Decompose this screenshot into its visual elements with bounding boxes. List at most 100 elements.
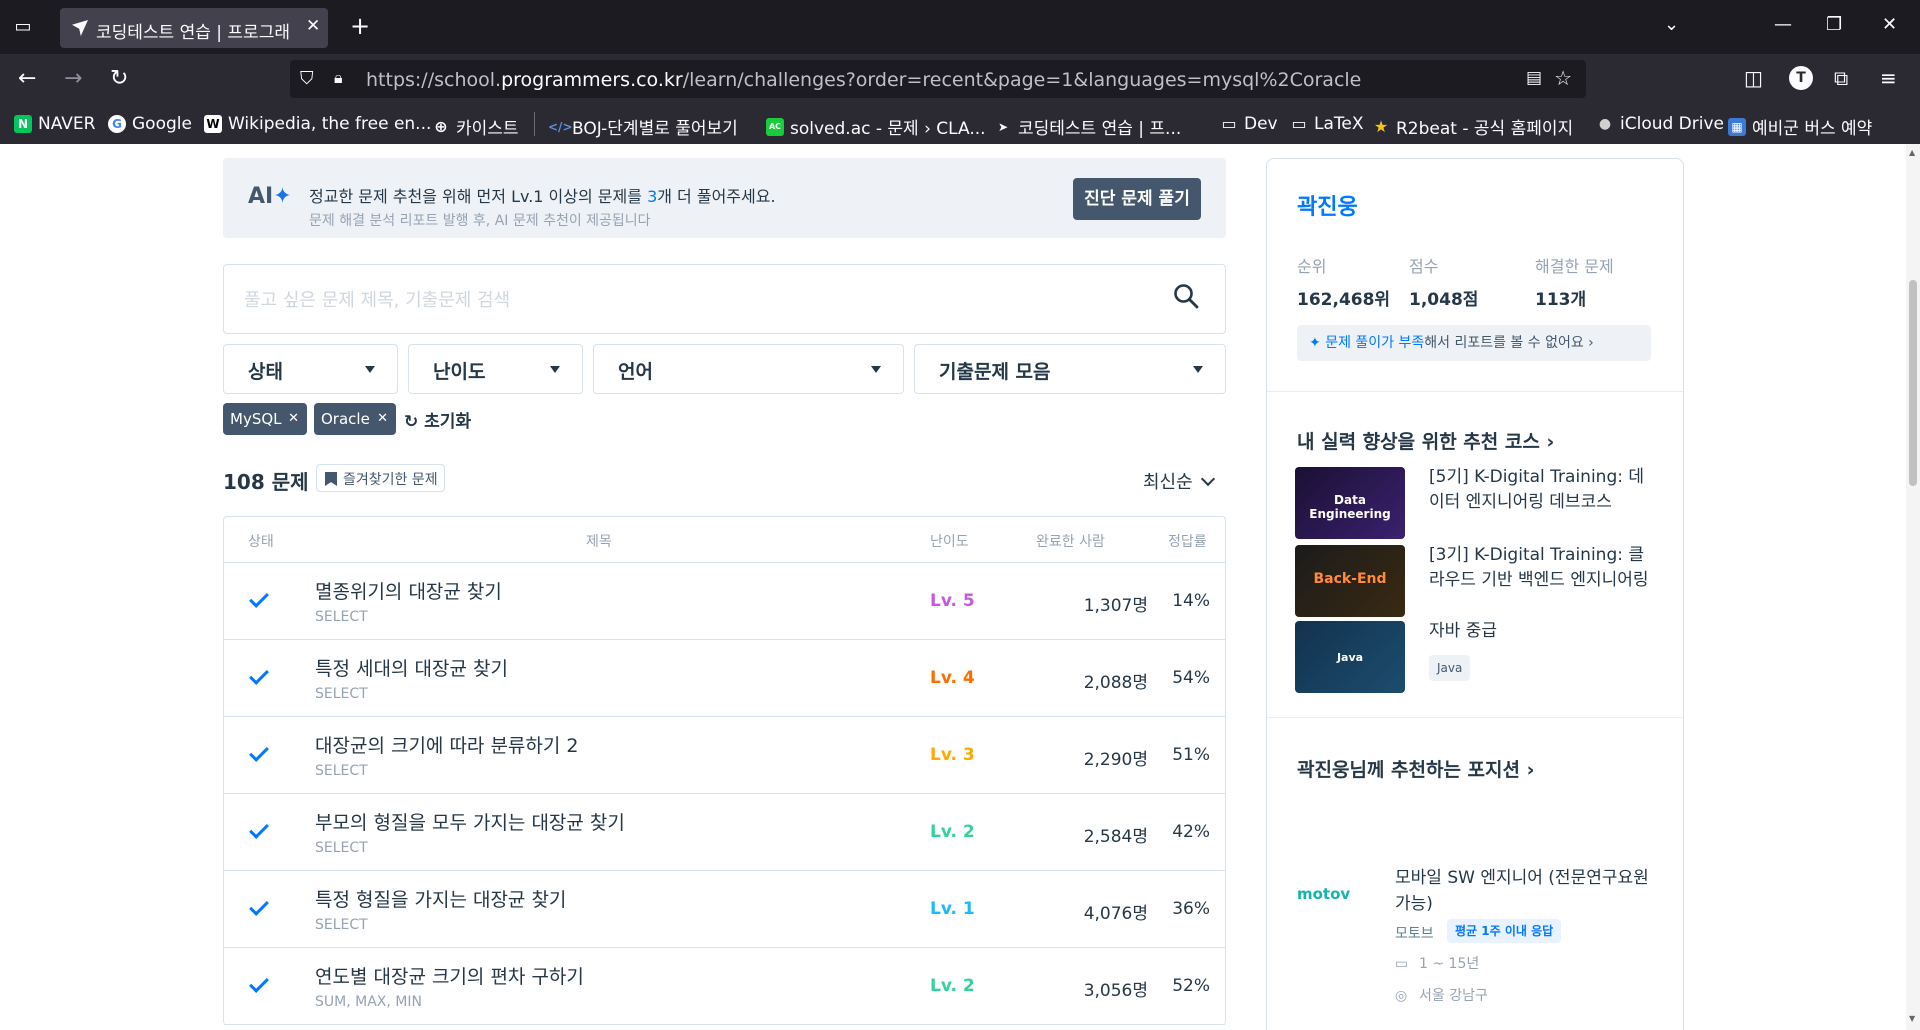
reload-icon[interactable]: ↻	[110, 66, 128, 92]
minimize-icon[interactable]: —	[1774, 14, 1792, 35]
list-all-tabs-icon[interactable]: ⌄	[1664, 14, 1679, 35]
r2beat-star-icon: ★	[1373, 116, 1389, 136]
accuracy-rate: 54%	[1172, 668, 1210, 688]
col-level: 난이도	[930, 534, 969, 550]
solvedac-icon: AC	[766, 117, 784, 136]
filter-status[interactable]: 상태	[223, 344, 398, 394]
lock-icon[interactable]: 🔒︎	[334, 68, 343, 88]
scroll-down-icon[interactable]: ▼	[1909, 1014, 1915, 1023]
folder-icon: ▭	[1291, 114, 1307, 133]
forward-icon[interactable]: →	[64, 66, 82, 92]
bookmark-naver[interactable]: N NAVER	[14, 114, 95, 134]
ai-logo: AI✦	[248, 184, 292, 209]
bookmark-programmers[interactable]: ➤ 코딩테스트 연습 | 프...	[994, 114, 1181, 139]
new-tab-icon[interactable]: +	[350, 12, 370, 40]
chip-mysql[interactable]: MySQL ✕	[223, 403, 307, 435]
table-row[interactable]: 특정 형질을 가지는 대장균 찾기 SELECT Lv. 1 4,076명 36%	[224, 871, 1225, 948]
pocket-icon[interactable]: ◫	[1744, 66, 1763, 90]
extensions-icon[interactable]: ⧉	[1834, 66, 1848, 90]
search-input[interactable]	[244, 285, 1124, 315]
problem-title[interactable]: 특정 형질을 가지는 대장균 찾기	[315, 885, 566, 912]
sort-dropdown[interactable]: 최신순	[1143, 468, 1215, 494]
diagnosis-problem-button[interactable]: 진단 문제 풀기	[1073, 178, 1201, 220]
search-box	[223, 264, 1226, 334]
address-bar[interactable]: ⛉ 🔒︎ https://school.programmers.co.kr/le…	[290, 60, 1586, 98]
problem-title[interactable]: 특정 세대의 대장균 찾기	[315, 654, 508, 681]
caret-down-icon	[550, 366, 560, 373]
bookmark-r2beat[interactable]: ★ R2beat - 공식 홈페이지	[1372, 114, 1573, 139]
course-title[interactable]: 자바 중급	[1429, 619, 1659, 644]
course-thumbnail[interactable]: Java	[1295, 621, 1405, 693]
tab-list-icon[interactable]: ▭	[12, 16, 34, 38]
problem-category: SUM, MAX, MIN	[315, 994, 422, 1010]
menu-icon[interactable]: ≡	[1880, 66, 1897, 90]
problem-title[interactable]: 멸종위기의 대장균 찾기	[315, 577, 502, 604]
scrollbar-thumb[interactable]	[1909, 280, 1917, 486]
chip-remove-icon[interactable]: ✕	[288, 403, 299, 435]
back-icon[interactable]: ←	[18, 66, 36, 92]
problem-title[interactable]: 부모의 형질을 모두 가지는 대장균 찾기	[315, 808, 625, 835]
reset-filters-button[interactable]: ↻ 초기화	[404, 407, 471, 432]
chip-oracle[interactable]: Oracle ✕	[314, 403, 396, 435]
caret-down-icon	[365, 366, 375, 373]
folder-icon: ▭	[1221, 114, 1237, 133]
problem-count: 108 문제	[223, 470, 309, 494]
apple-icon: ●	[1598, 116, 1612, 132]
active-tab[interactable]: 코딩테스트 연습 | 프로그래 ✕	[60, 8, 328, 48]
job-title[interactable]: 모바일 SW 엔지니어 (전문연구요원 가능)	[1395, 865, 1665, 917]
sparkle-icon: ✦	[1309, 335, 1326, 351]
accuracy-rate: 14%	[1172, 591, 1210, 611]
bookmark-wikipedia[interactable]: W Wikipedia, the free en...	[204, 114, 431, 134]
accuracy-rate: 36%	[1172, 899, 1210, 919]
favorites-toggle[interactable]: 즐겨찾기한 문제	[316, 464, 445, 492]
browser-tab-bar: ▭ 코딩테스트 연습 | 프로그래 ✕ + ⌄ — ❐ ✕	[0, 0, 1920, 54]
report-notice[interactable]: ✦ 문제 풀이가 부족해서 리포트를 볼 수 없어요 ›	[1297, 325, 1651, 361]
bookmark-bus[interactable]: ▦ 예비군 버스 예약	[1728, 114, 1872, 139]
problem-title[interactable]: 연도별 대장균 크기의 편차 구하기	[315, 962, 584, 989]
bookmark-star-icon[interactable]: ☆	[1554, 66, 1572, 90]
user-name[interactable]: 곽진웅	[1297, 189, 1358, 221]
filter-difficulty[interactable]: 난이도	[408, 344, 583, 394]
profile-avatar-icon[interactable]: T	[1789, 66, 1813, 90]
solved-check-icon	[249, 665, 269, 685]
recommended-courses-title[interactable]: 내 실력 향상을 위한 추천 코스 ›	[1297, 427, 1554, 454]
bookmark-kaist[interactable]: ⊕ 카이스트	[432, 114, 518, 139]
table-row[interactable]: 특정 세대의 대장균 찾기 SELECT Lv. 4 2,088명 54%	[224, 640, 1225, 717]
bookmark-folder-latex[interactable]: ▭ LaTeX	[1290, 114, 1363, 134]
bookmark-boj[interactable]: </> BOJ-단계별로 풀어보기	[548, 114, 738, 139]
table-row[interactable]: 연도별 대장균 크기의 편차 구하기 SUM, MAX, MIN Lv. 2 3,05…	[224, 948, 1225, 1025]
table-row[interactable]: 대장균의 크기에 따라 분류하기 2 SELECT Lv. 3 2,290명 51%	[224, 717, 1225, 794]
bookmark-google[interactable]: G Google	[108, 114, 192, 134]
table-row[interactable]: 멸종위기의 대장균 찾기 SELECT Lv. 5 1,307명 14%	[224, 563, 1225, 640]
solved-label: 해결한 문제	[1535, 257, 1614, 276]
problem-category: SELECT	[315, 917, 368, 933]
course-thumbnail[interactable]: Data Engineering	[1295, 467, 1405, 539]
restore-icon[interactable]: ❐	[1826, 14, 1842, 35]
tab-title: 코딩테스트 연습 | 프로그래	[96, 23, 290, 43]
table-row[interactable]: 부모의 형질을 모두 가지는 대장균 찾기 SELECT Lv. 2 2,584명 42…	[224, 794, 1225, 871]
scroll-up-icon[interactable]: ▲	[1909, 148, 1915, 157]
bookmark-solvedac[interactable]: AC solved.ac - 문제 › CLA...	[766, 114, 986, 139]
search-icon[interactable]	[1173, 283, 1199, 309]
tab-close-icon[interactable]: ✕	[306, 16, 320, 36]
tracking-shield-icon[interactable]: ⛉	[300, 68, 314, 89]
reader-view-icon[interactable]: ▤	[1526, 68, 1542, 88]
bookmark-icloud[interactable]: ● iCloud Drive	[1596, 114, 1724, 134]
chip-remove-icon[interactable]: ✕	[377, 403, 388, 435]
job-location: ◎ 서울 강남구	[1395, 988, 1488, 1004]
url-text[interactable]: https://school.programmers.co.kr/learn/c…	[366, 69, 1361, 91]
caret-down-icon	[871, 366, 881, 373]
filter-language[interactable]: 언어	[593, 344, 904, 394]
course-title[interactable]: [5기] K-Digital Training: 데이터 엔지니어링 데브코스	[1429, 465, 1659, 515]
problem-title[interactable]: 대장균의 크기에 따라 분류하기 2	[315, 731, 579, 758]
filter-past-exams[interactable]: 기출문제 모음	[914, 344, 1226, 394]
recommended-positions-title[interactable]: 곽진웅님께 추천하는 포지션 ›	[1297, 755, 1534, 782]
bookmark-folder-dev[interactable]: ▭ Dev	[1220, 114, 1277, 134]
completed-count: 4,076명	[1083, 904, 1148, 924]
course-title[interactable]: [3기] K-Digital Training: 클라우드 기반 백엔드 엔지니…	[1429, 543, 1659, 593]
solved-check-icon	[249, 973, 269, 993]
course-thumbnail[interactable]: Back-End	[1295, 545, 1405, 617]
page-scrollbar[interactable]: ▲ ▼	[1906, 144, 1920, 1030]
close-window-icon[interactable]: ✕	[1882, 14, 1897, 35]
col-rate: 정답률	[1168, 534, 1207, 550]
